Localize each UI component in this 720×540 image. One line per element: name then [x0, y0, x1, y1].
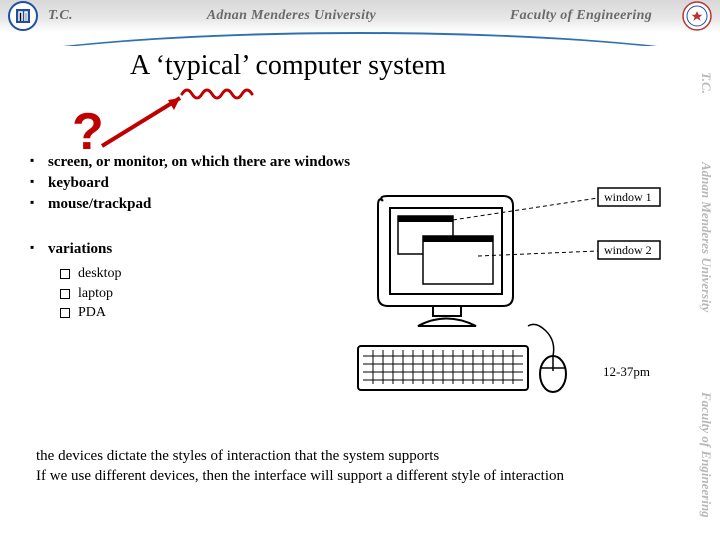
mouse-icon [528, 324, 566, 392]
sidebar-university: Adnan Menderes University [698, 162, 714, 312]
closing-paragraph: the devices dictate the styles of intera… [36, 446, 642, 487]
window1-label: window 1 [604, 190, 652, 204]
header-faculty: Faculty of Engineering [510, 8, 652, 24]
header-university: Adnan Menderes University [207, 8, 376, 24]
university-logo-left-icon [8, 1, 38, 31]
sidebar-tc: T.C. [698, 72, 714, 94]
right-sidebar: T.C. Adnan Menderes University Faculty o… [692, 32, 720, 540]
bullet-screen: screen, or monitor, on which there are w… [30, 152, 674, 173]
computer-system-figure: window 1 window 2 12-37pm [328, 176, 668, 416]
slide-body: A ‘typical’ computer system ? screen, or… [0, 46, 692, 540]
window2-callout: window 2 [598, 241, 660, 259]
closing-line-2: If we use different devices, then the in… [36, 466, 642, 486]
window1-callout: window 1 [598, 188, 660, 206]
bullet-variations-label: variations [48, 241, 112, 257]
sidebar-faculty: Faculty of Engineering [698, 392, 714, 518]
question-mark-annotation: ? [72, 106, 104, 158]
slide-title: A ‘typical’ computer system [130, 50, 674, 82]
header-bar: T.C. Adnan Menderes University Faculty o… [0, 0, 720, 32]
monitor-icon [378, 196, 513, 326]
header-tc: T.C. [48, 8, 73, 24]
header-text: T.C. Adnan Menderes University Faculty o… [38, 8, 682, 24]
window2-label: window 2 [604, 243, 652, 257]
keyboard-icon [358, 346, 528, 390]
figure-caption: 12-37pm [603, 364, 650, 379]
university-logo-right-icon [682, 1, 712, 31]
closing-line-1: the devices dictate the styles of intera… [36, 446, 642, 466]
header-underline [0, 32, 720, 46]
